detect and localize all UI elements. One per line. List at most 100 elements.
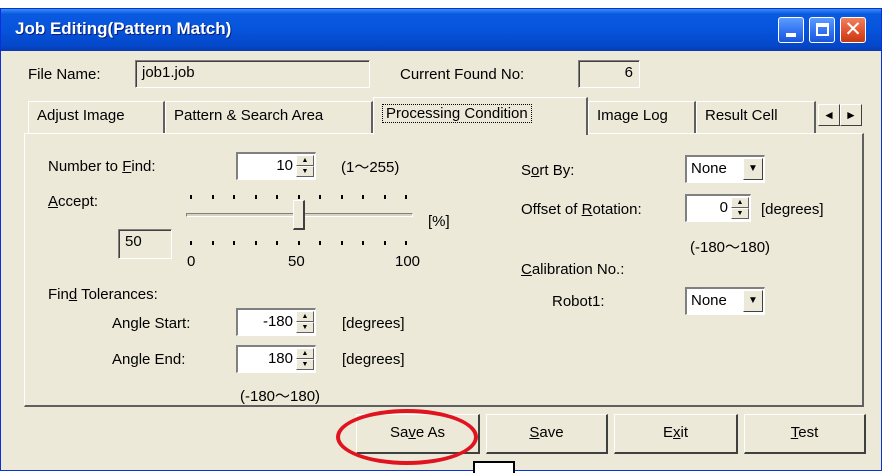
callout-box	[473, 461, 515, 473]
tab-scroll-right-button[interactable]: ►	[840, 104, 862, 126]
spin-up-icon[interactable]: ▲	[731, 197, 749, 208]
slider-tick	[190, 195, 192, 199]
slider-tick	[405, 195, 407, 199]
number-to-find-range: (1～255)	[341, 159, 400, 176]
chevron-down-icon[interactable]: ▼	[743, 290, 763, 312]
accept-value: 50	[125, 233, 142, 250]
number-to-find-value: 10	[276, 157, 293, 174]
number-to-find-spinner[interactable]: 10 ▲ ▼	[236, 152, 316, 180]
current-found-value: 6	[624, 64, 633, 81]
tab-result-cell[interactable]: Result Cell	[696, 101, 816, 133]
accept-tick-mid: 50	[288, 253, 305, 270]
slider-tick	[319, 241, 321, 245]
accept-slider-thumb[interactable]	[292, 200, 305, 230]
angle-range: (-180～180)	[240, 388, 321, 405]
slider-tick	[319, 195, 321, 199]
maximize-button[interactable]	[809, 17, 835, 43]
slider-tick	[211, 195, 214, 199]
accept-tick-min: 0	[187, 253, 196, 270]
angle-end-unit: [degrees]	[342, 351, 405, 368]
spin-arrows[interactable]: ▲ ▼	[731, 197, 749, 219]
spin-up-icon[interactable]: ▲	[296, 348, 314, 359]
accept-tick-max: 100	[395, 253, 421, 270]
accept-value-field[interactable]: 50	[118, 229, 172, 259]
slider-tick	[233, 195, 235, 199]
slider-tick	[190, 241, 192, 245]
offset-rotation-value: 0	[719, 199, 728, 216]
close-button[interactable]: ✕	[840, 17, 866, 43]
robot1-label: Robot1:	[552, 293, 605, 310]
angle-start-value: -180	[262, 313, 293, 330]
tab-processing-condition[interactable]: Processing Condition	[373, 97, 588, 135]
slider-tick	[383, 195, 386, 199]
spin-down-icon[interactable]: ▼	[296, 359, 314, 370]
accept-unit: [%]	[428, 213, 450, 230]
tab-adjust-image[interactable]: Adjust Image	[28, 101, 165, 133]
slider-tick	[362, 195, 364, 199]
tab-label: Image Log	[597, 107, 668, 124]
angle-end-label: Angle End:	[112, 351, 186, 368]
spin-down-icon[interactable]: ▼	[296, 322, 314, 333]
robot1-value: None	[691, 292, 727, 309]
offset-rotation-unit: [degrees]	[761, 201, 824, 218]
number-to-find-label: Number to Find:	[48, 158, 156, 175]
slider-tick	[254, 195, 257, 199]
slider-tick	[297, 195, 300, 199]
spin-arrows[interactable]: ▲ ▼	[296, 348, 314, 370]
file-name-value: job1.job	[142, 64, 195, 81]
save-button[interactable]: Save	[486, 414, 608, 454]
tab-image-log[interactable]: Image Log	[588, 101, 696, 133]
angle-start-label: Angle Start:	[112, 315, 191, 332]
spin-up-icon[interactable]: ▲	[296, 155, 314, 166]
slider-tick	[383, 241, 386, 245]
current-found-label: Current Found No:	[400, 66, 525, 83]
robot1-select[interactable]: None ▼	[685, 287, 765, 315]
file-name-field: job1.job	[135, 60, 370, 88]
chevron-down-icon[interactable]: ▼	[743, 158, 763, 180]
slider-tick	[340, 195, 343, 199]
angle-end-spinner[interactable]: 180 ▲ ▼	[236, 345, 316, 373]
spin-down-icon[interactable]: ▼	[296, 166, 314, 177]
tab-pattern-search-area[interactable]: Pattern & Search Area	[165, 101, 373, 133]
offset-rotation-label: Offset of Rotation:	[521, 201, 642, 218]
sort-by-select[interactable]: None ▼	[685, 155, 765, 183]
tab-label: Result Cell	[705, 107, 778, 124]
sort-by-value: None	[691, 160, 727, 177]
maximize-icon	[816, 23, 829, 36]
spin-arrows[interactable]: ▲ ▼	[296, 311, 314, 333]
tab-label: Adjust Image	[37, 107, 125, 124]
angle-end-value: 180	[267, 350, 293, 367]
tab-scroll-left-button[interactable]: ◄	[818, 104, 840, 126]
tab-label: Processing Condition	[382, 104, 532, 123]
close-icon: ✕	[844, 18, 862, 41]
save-as-highlight	[336, 409, 478, 465]
slider-tick	[362, 241, 364, 245]
file-name-label: File Name:	[28, 66, 101, 83]
minimize-button[interactable]	[778, 17, 804, 43]
arrow-left-icon: ◄	[823, 108, 835, 122]
slider-tick	[254, 241, 257, 245]
window-title: Job Editing(Pattern Match)	[15, 19, 232, 38]
slider-tick	[340, 241, 343, 245]
slider-tick	[276, 195, 278, 199]
find-tolerances-label: Find Tolerances:	[48, 286, 158, 303]
exit-button[interactable]: Exit	[614, 414, 738, 454]
angle-start-spinner[interactable]: -180 ▲ ▼	[236, 308, 316, 336]
angle-start-unit: [degrees]	[342, 315, 405, 332]
calibration-label: Calibration No.:	[521, 261, 625, 278]
title-bar[interactable]: Job Editing(Pattern Match) ✕	[1, 9, 881, 51]
arrow-right-icon: ►	[845, 108, 857, 122]
offset-rotation-range: (-180～180)	[690, 239, 771, 256]
slider-tick	[233, 241, 235, 245]
sort-by-label: Sort By:	[521, 162, 575, 179]
slider-tick	[276, 241, 278, 245]
spin-down-icon[interactable]: ▼	[731, 208, 749, 219]
spin-up-icon[interactable]: ▲	[296, 311, 314, 322]
slider-tick	[297, 241, 300, 245]
slider-tick	[211, 241, 214, 245]
test-button[interactable]: Test	[744, 414, 866, 454]
tab-label: Pattern & Search Area	[174, 107, 324, 124]
offset-rotation-spinner[interactable]: 0 ▲ ▼	[685, 194, 751, 222]
spin-arrows[interactable]: ▲ ▼	[296, 155, 314, 177]
current-found-field: 6	[578, 60, 640, 88]
